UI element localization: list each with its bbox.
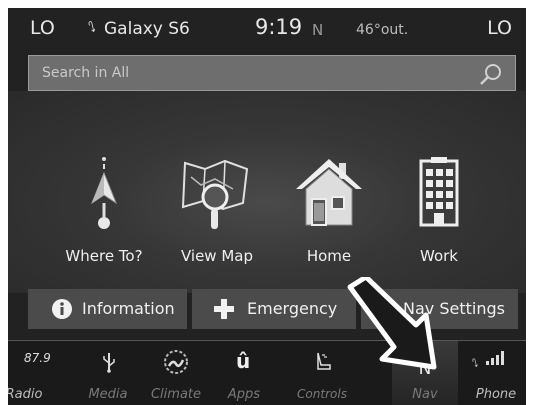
map-magnifier-icon bbox=[181, 159, 249, 229]
bottom-nav-bar: 87.9 Radio Media Climate û Apps Controls… bbox=[8, 340, 526, 405]
search-input[interactable] bbox=[29, 56, 482, 90]
nav-settings-label: Nav Settings bbox=[403, 299, 505, 318]
compass-heading: N bbox=[312, 21, 324, 39]
info-icon bbox=[52, 299, 72, 319]
nav-radio-label: Radio bbox=[8, 387, 43, 402]
work-button[interactable]: Work bbox=[384, 155, 494, 265]
connected-phone-name: Galaxy S6 bbox=[104, 19, 190, 39]
uconnect-apps-icon: û bbox=[236, 349, 251, 373]
usb-icon bbox=[103, 353, 115, 373]
house-icon bbox=[296, 159, 362, 226]
seat-controls-icon bbox=[317, 352, 331, 370]
search-bar[interactable] bbox=[28, 55, 516, 91]
emergency-button[interactable]: Emergency bbox=[192, 289, 356, 329]
nav-climate-label: Climate bbox=[150, 387, 202, 402]
tile-label: Work bbox=[420, 247, 458, 265]
tile-label: View Map bbox=[180, 247, 254, 265]
office-building-icon bbox=[419, 157, 459, 227]
uconnect-screen: LO ⭛ Galaxy S6 9:19 N 46°out. LO Where T… bbox=[8, 8, 526, 405]
nav-phone-label: Phone bbox=[475, 387, 517, 402]
view-map-button[interactable]: View Map bbox=[162, 155, 272, 265]
nav-phone[interactable]: ⭛ Phone bbox=[466, 341, 526, 405]
nav-controls-label: Controls bbox=[297, 387, 347, 401]
outside-temperature: 46°out. bbox=[356, 22, 409, 38]
nav-compass-glyph: N bbox=[418, 359, 432, 379]
bluetooth-icon: ⭛ bbox=[472, 357, 479, 370]
information-label: Information bbox=[82, 299, 175, 318]
nav-controls[interactable]: Controls bbox=[282, 341, 362, 405]
nav-apps-label: Apps bbox=[227, 387, 261, 402]
climate-fan-icon bbox=[164, 350, 188, 374]
where-to-button[interactable]: Where To? bbox=[49, 155, 159, 265]
where-to-pin-icon bbox=[90, 157, 118, 229]
nav-media[interactable]: Media bbox=[76, 341, 140, 405]
nav-arrow-icon: ▲ bbox=[421, 343, 429, 352]
status-bar: LO ⭛ Galaxy S6 9:19 N 46°out. LO bbox=[8, 8, 526, 48]
nav-settings-button[interactable]: Nav Settings bbox=[361, 289, 518, 329]
signal-strength-icon bbox=[486, 351, 504, 365]
information-button[interactable]: Information bbox=[28, 289, 187, 329]
home-button[interactable]: Home bbox=[274, 155, 384, 265]
tile-label: Where To? bbox=[65, 247, 143, 265]
radio-frequency: 87.9 bbox=[24, 351, 51, 365]
nav-media-label: Media bbox=[88, 387, 128, 402]
bluetooth-icon: ⭛ bbox=[88, 20, 96, 36]
nav-main-menu: Where To? View Map Home Work bbox=[8, 91, 526, 293]
tile-label: Home bbox=[306, 247, 352, 265]
right-temp-setting[interactable]: LO bbox=[487, 17, 512, 39]
nav-nav-label: Nav bbox=[412, 387, 438, 402]
left-temp-setting[interactable]: LO bbox=[30, 17, 55, 39]
search-icon[interactable] bbox=[479, 62, 503, 86]
action-bar: Information Emergency Nav Settings bbox=[28, 289, 518, 329]
plus-icon bbox=[214, 299, 234, 319]
nav-climate[interactable]: Climate bbox=[144, 341, 208, 405]
clock: 9:19 bbox=[255, 15, 303, 39]
nav-radio[interactable]: 87.9 Radio bbox=[8, 341, 72, 405]
gear-icon bbox=[378, 302, 392, 316]
emergency-label: Emergency bbox=[247, 299, 338, 318]
nav-nav[interactable]: ▲ N Nav bbox=[392, 341, 458, 405]
nav-apps[interactable]: û Apps bbox=[212, 341, 276, 405]
